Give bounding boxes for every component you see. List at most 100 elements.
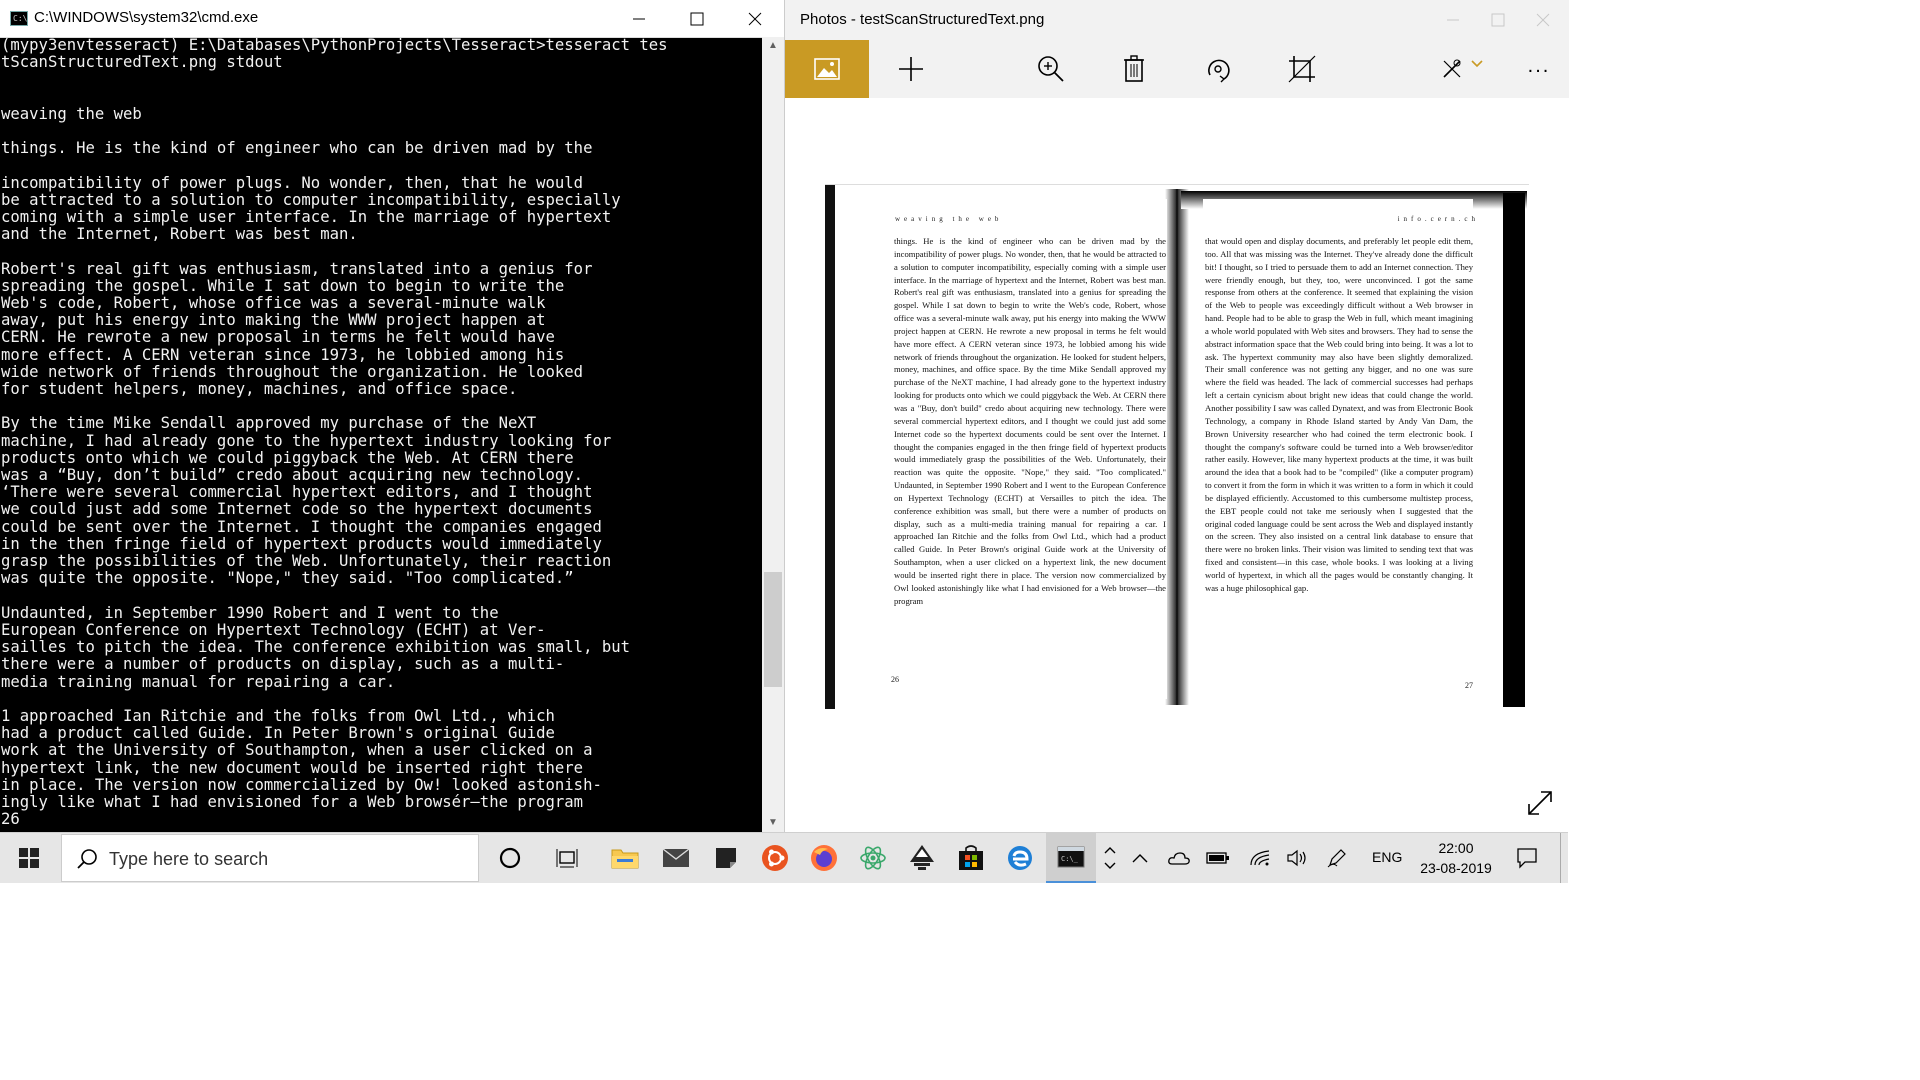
photos-close-button[interactable] — [1520, 0, 1566, 40]
zoom-button[interactable] — [1021, 40, 1081, 98]
right-page-text: that would open and display documents, a… — [1205, 236, 1473, 593]
volume-tray[interactable] — [1282, 833, 1312, 883]
console-line: 1 approached Ian Ritchie and the folks f… — [1, 706, 555, 725]
clock[interactable]: 22:00 23-08-2019 — [1416, 838, 1496, 878]
action-center-button[interactable] — [1506, 833, 1548, 883]
start-button[interactable] — [0, 833, 58, 883]
console-line: in the then fringe field of hypertext pr… — [1, 534, 602, 553]
onedrive-cloud-icon — [1168, 852, 1190, 865]
console-line: had a product called Guide. In Peter Bro… — [1, 724, 555, 743]
minimize-button[interactable] — [610, 0, 668, 37]
sticky-notes-button[interactable] — [703, 833, 749, 883]
taskbar-search-box[interactable]: Type here to search — [61, 834, 479, 882]
console-output[interactable]: (mypy3envtesseract) E:\Databases\PythonP… — [0, 37, 763, 832]
console-line: be attracted to a solution to computer i… — [1, 190, 621, 209]
search-placeholder: Type here to search — [109, 849, 269, 869]
pen-icon — [1327, 849, 1346, 868]
console-line: more effect. A CERN veteran since 1973, … — [1, 345, 565, 364]
console-line: for student helpers, money, machines, an… — [1, 380, 518, 399]
delete-icon — [1124, 55, 1144, 82]
store-icon — [959, 845, 983, 870]
fullscreen-icon[interactable] — [1525, 788, 1555, 818]
chevron-up-icon — [1104, 847, 1116, 854]
add-icon — [899, 57, 923, 81]
pen-tray[interactable] — [1322, 833, 1352, 883]
console-line: ingly like what I had envisioned for a W… — [1, 792, 584, 811]
console-line: there were a number of products on displ… — [1, 655, 565, 674]
crop-button[interactable] — [1272, 40, 1332, 98]
maximize-button[interactable] — [668, 0, 726, 37]
scroll-up-icon[interactable]: ▲ — [762, 37, 784, 55]
console-line: was a “Buy, don’t build” credo about acq… — [1, 466, 584, 485]
zoom-icon — [1038, 56, 1064, 82]
more-icon: ... — [1527, 54, 1551, 77]
show-desktop-button[interactable] — [1560, 833, 1569, 883]
left-running-head: weaving the web — [895, 215, 1003, 223]
ubuntu-button[interactable] — [752, 833, 798, 883]
speaker-icon — [1287, 849, 1306, 867]
photos-toolbar: ... — [785, 40, 1569, 98]
cmd-taskbar-button[interactable]: C:\_ — [1046, 833, 1096, 883]
wifi-tray[interactable] — [1244, 833, 1276, 883]
more-button[interactable]: ... — [1509, 40, 1569, 98]
atom-button[interactable] — [850, 833, 896, 883]
photos-titlebar[interactable]: Photos - testScanStructuredText.png — [785, 0, 1569, 40]
right-running-head: info.cern.ch — [1397, 215, 1479, 223]
battery-tray[interactable] — [1202, 833, 1234, 883]
onedrive-tray[interactable] — [1162, 833, 1196, 883]
edit-create-button[interactable] — [1427, 40, 1497, 98]
mail-icon — [662, 848, 690, 867]
minimize-icon — [1447, 19, 1459, 21]
firefox-button[interactable] — [801, 833, 847, 883]
photo-canvas[interactable]: weaving the web things. He is the kind o… — [785, 98, 1569, 832]
firefox-icon — [811, 845, 837, 871]
crop-icon — [1288, 55, 1316, 83]
console-line: and the Internet, Robert was best man. — [1, 225, 358, 244]
language-indicator[interactable]: ENG — [1372, 849, 1402, 865]
photos-window[interactable]: Photos - testScanStructuredText.png ... … — [784, 0, 1569, 832]
chevron-down-icon — [1104, 862, 1116, 869]
store-button[interactable] — [948, 833, 994, 883]
scanned-book-image: weaving the web things. He is the kind o… — [825, 184, 1529, 709]
clock-time: 22:00 — [1438, 840, 1474, 856]
cortana-button[interactable] — [488, 833, 532, 883]
mail-button[interactable] — [653, 833, 699, 883]
close-icon — [748, 12, 762, 25]
add-button[interactable] — [881, 40, 941, 98]
console-line: 26 — [1, 810, 20, 829]
photos-maximize-button[interactable] — [1475, 0, 1521, 40]
console-line: Undaunted, in September 1990 Robert and … — [1, 603, 499, 622]
show-hidden-icons-button[interactable] — [1126, 833, 1154, 883]
photos-minimize-button[interactable] — [1430, 0, 1476, 40]
taskbar-scroll[interactable] — [1098, 833, 1122, 883]
close-button[interactable] — [726, 0, 784, 37]
console-line: media training manual for repairing a ca… — [1, 672, 396, 691]
console-line: could be sent over the Internet. I thoug… — [1, 517, 602, 536]
rotate-icon — [1208, 59, 1230, 83]
search-icon — [77, 849, 97, 869]
cmd-titlebar[interactable]: C:\ C:\WINDOWS\system32\cmd.exe — [0, 0, 784, 38]
edge-button[interactable] — [997, 833, 1043, 883]
console-line: ‘There were several commercial hypertext… — [1, 483, 593, 502]
scroll-down-icon[interactable]: ▼ — [762, 814, 784, 832]
terminal-icon: C:\_ — [1057, 846, 1085, 868]
console-line: spreading the gospel. While I sat down t… — [1, 276, 565, 295]
task-view-button[interactable] — [545, 833, 589, 883]
cmd-window[interactable]: C:\ C:\WINDOWS\system32\cmd.exe (mypy3en… — [0, 0, 784, 832]
folder-icon — [611, 849, 639, 869]
scroll-thumb[interactable] — [764, 572, 782, 687]
file-explorer-button[interactable] — [602, 833, 648, 883]
console-line: was quite the opposite. "Nope," they sai… — [1, 569, 574, 588]
edit-icon — [1443, 59, 1461, 78]
delete-button[interactable] — [1104, 40, 1164, 98]
rotate-button[interactable] — [1188, 40, 1248, 98]
photo-view-button[interactable] — [785, 40, 869, 98]
cmd-scrollbar[interactable]: ▲ ▼ — [762, 37, 784, 832]
inkscape-button[interactable] — [899, 833, 945, 883]
